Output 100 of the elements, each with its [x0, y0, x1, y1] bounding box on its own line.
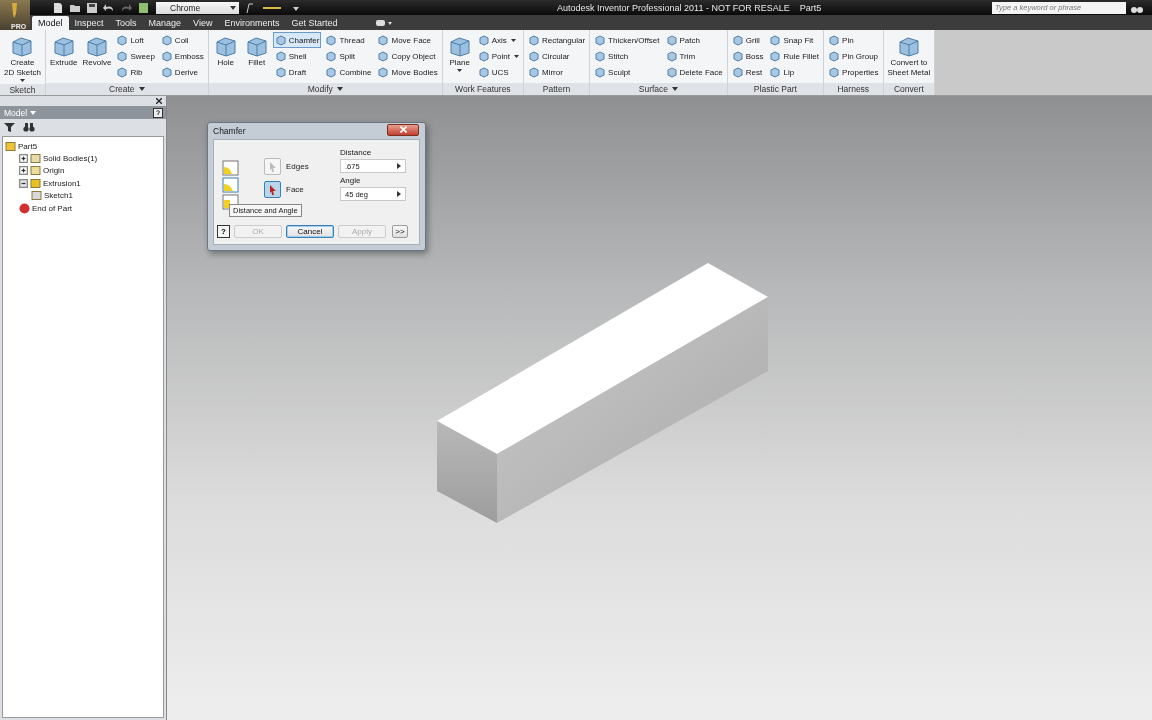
dialog-button[interactable]: Cancel	[286, 224, 334, 238]
ribbon-tool-button[interactable]: Shell	[272, 48, 322, 64]
ribbon-tool-button[interactable]: Delete Face	[663, 64, 725, 80]
formula-icon[interactable]	[244, 1, 256, 14]
style-dropdown[interactable]: Chrome	[156, 1, 239, 14]
update-icon[interactable]	[137, 1, 151, 14]
ribbon-tool-button[interactable]: Sculpt	[592, 64, 662, 80]
ribbon-tool-button[interactable]: Thread	[323, 32, 374, 48]
new-file-icon[interactable]	[52, 1, 64, 14]
expand-toggle[interactable]	[19, 178, 28, 188]
window-title: Autodesk Inventor Professional 2011 - NOT FOR RESALE Part5	[556, 2, 823, 13]
ribbon-tool-button[interactable]: Combine	[323, 64, 374, 80]
ribbon-tool-button[interactable]: Hole	[210, 32, 241, 83]
panel-label[interactable]: Sketch	[0, 84, 45, 95]
close-icon[interactable]	[156, 98, 162, 104]
caret-icon	[457, 69, 463, 72]
tree-item[interactable]: Origin	[43, 166, 65, 176]
selector-label: Face	[286, 185, 304, 194]
ribbon-tool-button[interactable]: Loft	[114, 32, 157, 48]
ribbon-tool-button[interactable]: Axis	[475, 32, 521, 48]
ribbon-tab[interactable]: Environments	[218, 16, 286, 30]
expand-toggle[interactable]	[19, 154, 28, 164]
ribbon-tool-button[interactable]: Trim	[663, 48, 725, 64]
ribbon-tool-button[interactable]: Move Face	[375, 32, 440, 48]
ribbon-tool-button[interactable]: Fillet	[241, 32, 272, 83]
expand-toggle[interactable]	[19, 166, 28, 176]
ribbon-tool-button[interactable]: Coil	[158, 32, 206, 48]
dialog-title: Chamfer	[213, 126, 246, 136]
ribbon-tool-button[interactable]: Point	[475, 48, 521, 64]
ribbon-tool-button[interactable]: Thicken/Offset	[592, 32, 662, 48]
ribbon-tool-button[interactable]: Pin	[826, 32, 881, 48]
panel-label[interactable]: Create	[45, 83, 208, 95]
ribbon-tool-button[interactable]: Extrude	[47, 32, 80, 83]
ribbon-tool-button[interactable]: Stitch	[592, 48, 662, 64]
cursor-icon	[268, 161, 277, 172]
panel-label[interactable]: Modify	[208, 83, 442, 95]
ribbon-tool-button[interactable]: Copy Object	[375, 48, 440, 64]
ribbon-tool-button[interactable]: Sweep	[114, 48, 157, 64]
panel-label[interactable]: Pattern	[523, 83, 590, 95]
ribbon-tool-button[interactable]: Patch	[663, 32, 725, 48]
ribbon-tool-button[interactable]: Create 2D Sketch	[2, 32, 43, 84]
ribbon-tool-button[interactable]: Grill	[729, 32, 766, 48]
ribbon-tool-button[interactable]: UCS	[475, 64, 521, 80]
field-label: Distance	[340, 148, 373, 157]
ribbon-tool-button[interactable]: Circular	[525, 48, 588, 64]
arrow-icon[interactable]	[397, 163, 401, 169]
ribbon-tool-button[interactable]: Mirror	[525, 64, 588, 80]
ribbon-tool-button[interactable]: Lip	[767, 64, 822, 80]
ribbon-tool-button[interactable]: Pin Group	[826, 48, 881, 64]
dialog-button[interactable]: >>	[392, 224, 408, 238]
ribbon-tab[interactable]: Tools	[109, 16, 143, 30]
binoculars-icon[interactable]	[23, 122, 35, 132]
ribbon-tool-button[interactable]: Emboss	[158, 48, 206, 64]
ribbon-tool-button[interactable]: Properties	[826, 64, 881, 80]
arrow-icon[interactable]	[397, 191, 401, 197]
ribbon-tool-button[interactable]: Rule Fillet	[767, 48, 822, 64]
panel-label[interactable]: Work Features	[442, 83, 523, 95]
panel-label[interactable]: Surface	[590, 83, 727, 95]
caret-icon	[672, 87, 679, 91]
ribbon-tool-button[interactable]: Rest	[729, 64, 766, 80]
ribbon-tool-button[interactable]: Boss	[729, 48, 766, 64]
caret-icon	[336, 87, 343, 91]
cursor-icon	[268, 184, 277, 195]
ribbon-tab[interactable]: View	[187, 16, 219, 30]
help-icon[interactable]	[153, 107, 163, 118]
close-icon	[399, 126, 407, 133]
ribbon-tool-button[interactable]: Rectangular	[525, 32, 588, 48]
ribbon-tool-button[interactable]: Split	[323, 48, 374, 64]
save-icon[interactable]	[86, 1, 98, 14]
close-button[interactable]	[387, 123, 419, 136]
ribbon-tool-button[interactable]: Convert to Sheet Metal	[885, 32, 933, 83]
caret-icon	[513, 54, 519, 58]
tree-item[interactable]: Extrusion1	[43, 178, 81, 188]
caret-icon	[138, 87, 145, 91]
ribbon-tool-button[interactable]: Move Bodies	[375, 64, 440, 80]
ribbon-tool-button[interactable]: Plane	[444, 32, 475, 83]
tree-item[interactable]: Sketch1	[44, 191, 73, 201]
ribbon-tool-button[interactable]: Draft	[272, 64, 322, 80]
ribbon-tool-button[interactable]: Rib	[114, 64, 157, 80]
camera-icon[interactable]	[373, 18, 394, 28]
ribbon-tab[interactable]: Inspect	[68, 16, 110, 30]
tree-item[interactable]: End of Part	[32, 203, 73, 213]
ribbon-tab[interactable]: Model	[32, 16, 69, 30]
selection-arrow-button[interactable]	[264, 181, 281, 198]
tree-item[interactable]: Part5	[18, 141, 38, 151]
tree-item[interactable]: Solid Bodies(1)	[43, 154, 98, 164]
caret-icon	[230, 5, 236, 10]
filter-icon[interactable]	[4, 121, 15, 133]
chamfer-method-drawing[interactable]	[222, 160, 240, 210]
panel-label[interactable]: Plastic Part	[727, 83, 824, 95]
ribbon-tool-button[interactable]: Chamfer	[272, 32, 322, 48]
ribbon-tool-button[interactable]: Derive	[158, 64, 206, 80]
ribbon-tool-button[interactable]: Revolve	[80, 32, 114, 83]
panel-label[interactable]: Harness	[824, 83, 883, 95]
field-label: Angle	[340, 176, 362, 185]
help-button[interactable]: ?	[217, 224, 230, 238]
ribbon-tool-button[interactable]: Snap Fit	[767, 32, 822, 48]
ribbon-tab[interactable]: Get Started	[285, 16, 344, 30]
ribbon-tab[interactable]: Manage	[142, 16, 188, 30]
panel-label[interactable]: Convert	[883, 83, 935, 95]
